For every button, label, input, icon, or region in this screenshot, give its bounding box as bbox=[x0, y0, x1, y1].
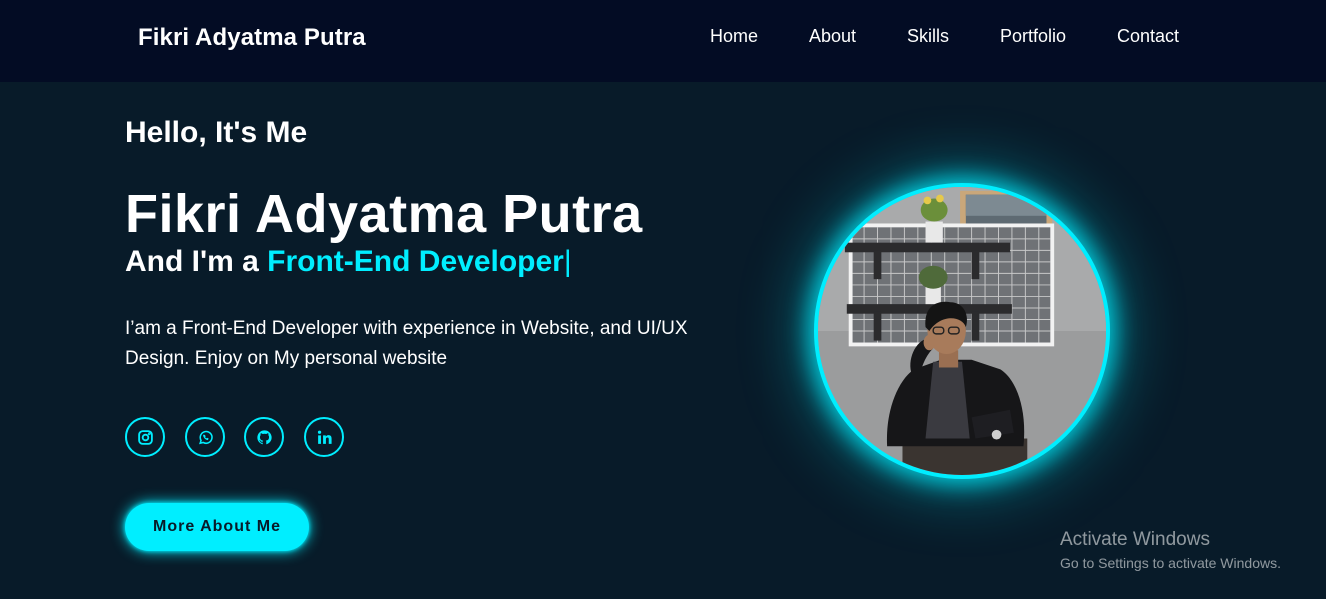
instagram-icon bbox=[137, 429, 154, 446]
nav-home[interactable]: Home bbox=[710, 26, 758, 47]
nav-portfolio[interactable]: Portfolio bbox=[1000, 26, 1066, 47]
role-text: Front-End Developer bbox=[267, 245, 564, 278]
hero-greeting: Hello, It's Me bbox=[125, 116, 308, 149]
whatsapp-link[interactable] bbox=[185, 417, 225, 457]
github-link[interactable] bbox=[244, 417, 284, 457]
watermark-title: Activate Windows bbox=[1060, 529, 1210, 550]
whatsapp-icon bbox=[197, 429, 214, 446]
hero-description: I’am a Front-End Developer with experien… bbox=[125, 318, 688, 369]
typing-caret: | bbox=[563, 245, 572, 278]
instagram-link[interactable] bbox=[125, 417, 165, 457]
linkedin-icon bbox=[316, 429, 333, 446]
nav-menu: Home About Skills Portfolio Contact bbox=[0, 26, 1326, 48]
hero-role-line: And I'm a Front-End Developer| bbox=[125, 245, 572, 279]
linkedin-link[interactable] bbox=[304, 417, 344, 457]
more-about-me-button[interactable]: More About Me bbox=[125, 503, 309, 551]
nav-skills[interactable]: Skills bbox=[907, 26, 949, 47]
hero-name: Fikri Adyatma Putra bbox=[125, 184, 643, 244]
navbar: Fikri Adyatma Putra Home About Skills Po… bbox=[0, 0, 1326, 82]
nav-about[interactable]: About bbox=[809, 26, 856, 47]
github-icon bbox=[256, 429, 273, 446]
watermark-subtitle: Go to Settings to activate Windows. bbox=[1060, 555, 1281, 571]
role-prefix: And I'm a bbox=[125, 245, 268, 278]
nav-contact[interactable]: Contact bbox=[1117, 26, 1179, 47]
profile-photo bbox=[814, 183, 1110, 479]
